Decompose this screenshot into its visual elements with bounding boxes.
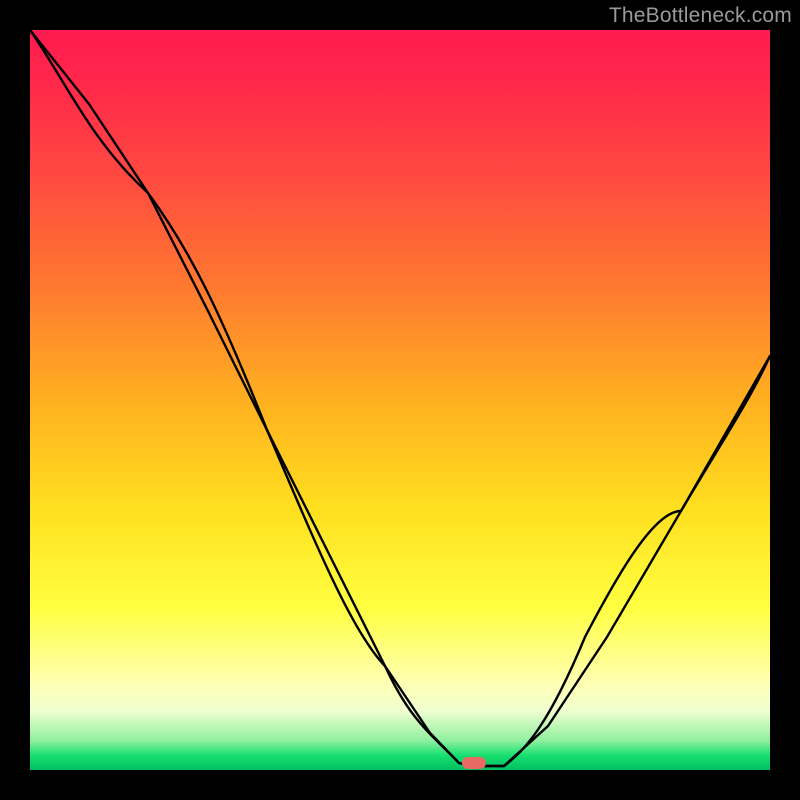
curve-path	[30, 30, 770, 766]
plot-area	[30, 30, 770, 770]
curve-polyline	[30, 30, 770, 766]
optimum-marker	[462, 757, 486, 769]
chart-frame: TheBottleneck.com	[0, 0, 800, 800]
bottleneck-curve	[30, 30, 770, 770]
watermark-text: TheBottleneck.com	[609, 4, 792, 28]
